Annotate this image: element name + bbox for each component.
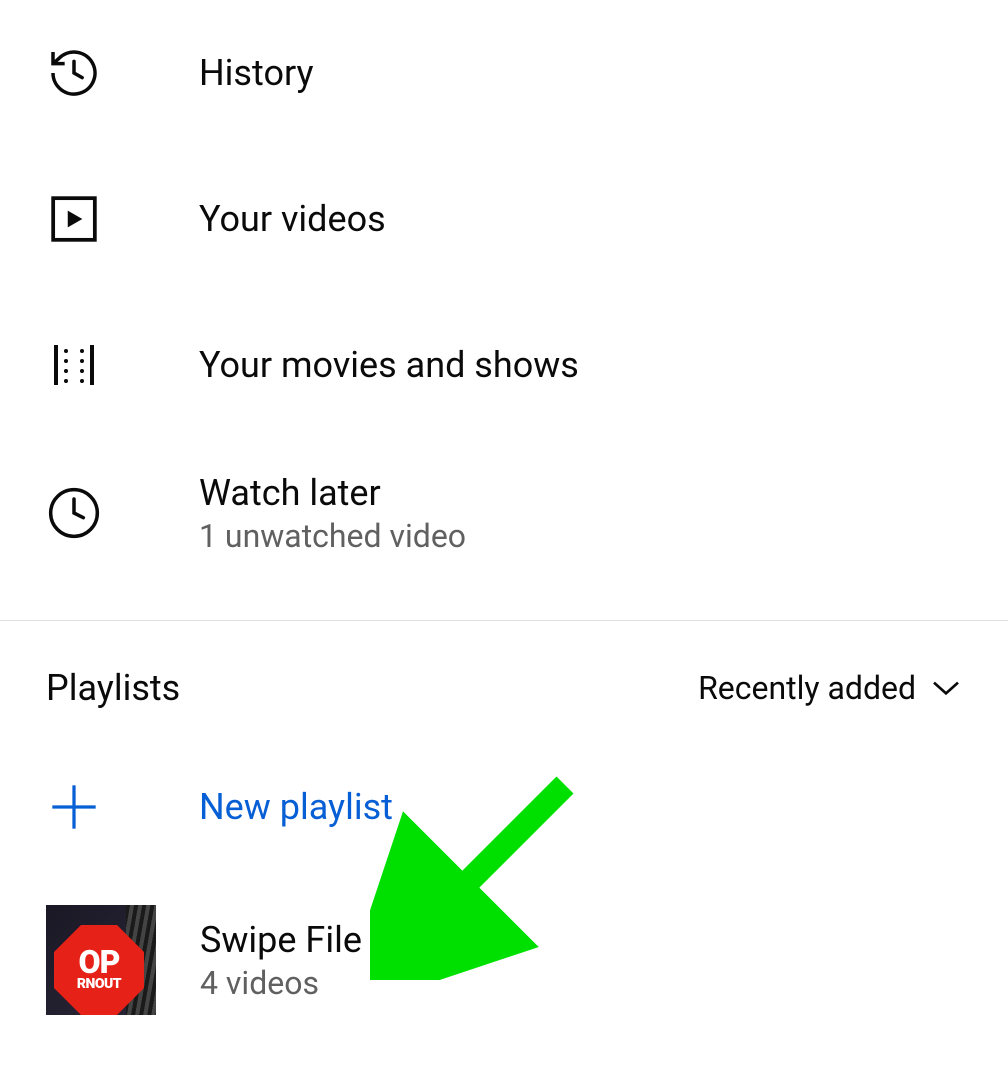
menu-text-container: History (199, 52, 314, 94)
playlist-text-container: Swipe File 4 videos (200, 919, 362, 1002)
playlists-title: Playlists (46, 667, 180, 709)
menu-label-movies-shows: Your movies and shows (199, 344, 579, 386)
menu-text-container: Your movies and shows (199, 344, 579, 386)
new-playlist-button[interactable]: New playlist (0, 739, 1008, 875)
playlist-thumbnail: OP RNOUT (46, 905, 156, 1015)
thumb-text: OP (79, 948, 120, 977)
menu-label-history: History (199, 52, 314, 94)
clock-icon (46, 485, 102, 541)
menu-subtitle-watch-later: 1 unwatched video (199, 517, 466, 555)
menu-item-history[interactable]: History (0, 0, 1008, 146)
menu-label-watch-later: Watch later (199, 472, 466, 514)
playlist-name: Swipe File (200, 919, 362, 961)
chevron-down-icon (930, 678, 962, 698)
menu-text-container: Your videos (199, 198, 386, 240)
playlist-count: 4 videos (200, 964, 362, 1002)
menu-text-container: Watch later 1 unwatched video (199, 472, 466, 555)
new-playlist-label: New playlist (199, 786, 393, 828)
sort-dropdown[interactable]: Recently added (698, 669, 962, 707)
menu-item-your-videos[interactable]: Your videos (0, 146, 1008, 292)
sort-label: Recently added (698, 669, 916, 707)
menu-item-watch-later[interactable]: Watch later 1 unwatched video (0, 438, 1008, 588)
history-icon (46, 45, 102, 101)
menu-label-your-videos: Your videos (199, 198, 386, 240)
thumb-text: RNOUT (77, 976, 121, 992)
playlists-header: Playlists Recently added (0, 621, 1008, 739)
plus-icon (46, 779, 102, 835)
playlist-item-swipe-file[interactable]: OP RNOUT Swipe File 4 videos (0, 875, 1008, 1045)
menu-item-movies-shows[interactable]: Your movies and shows (0, 292, 1008, 438)
movies-icon (46, 337, 102, 393)
your-videos-icon (46, 191, 102, 247)
